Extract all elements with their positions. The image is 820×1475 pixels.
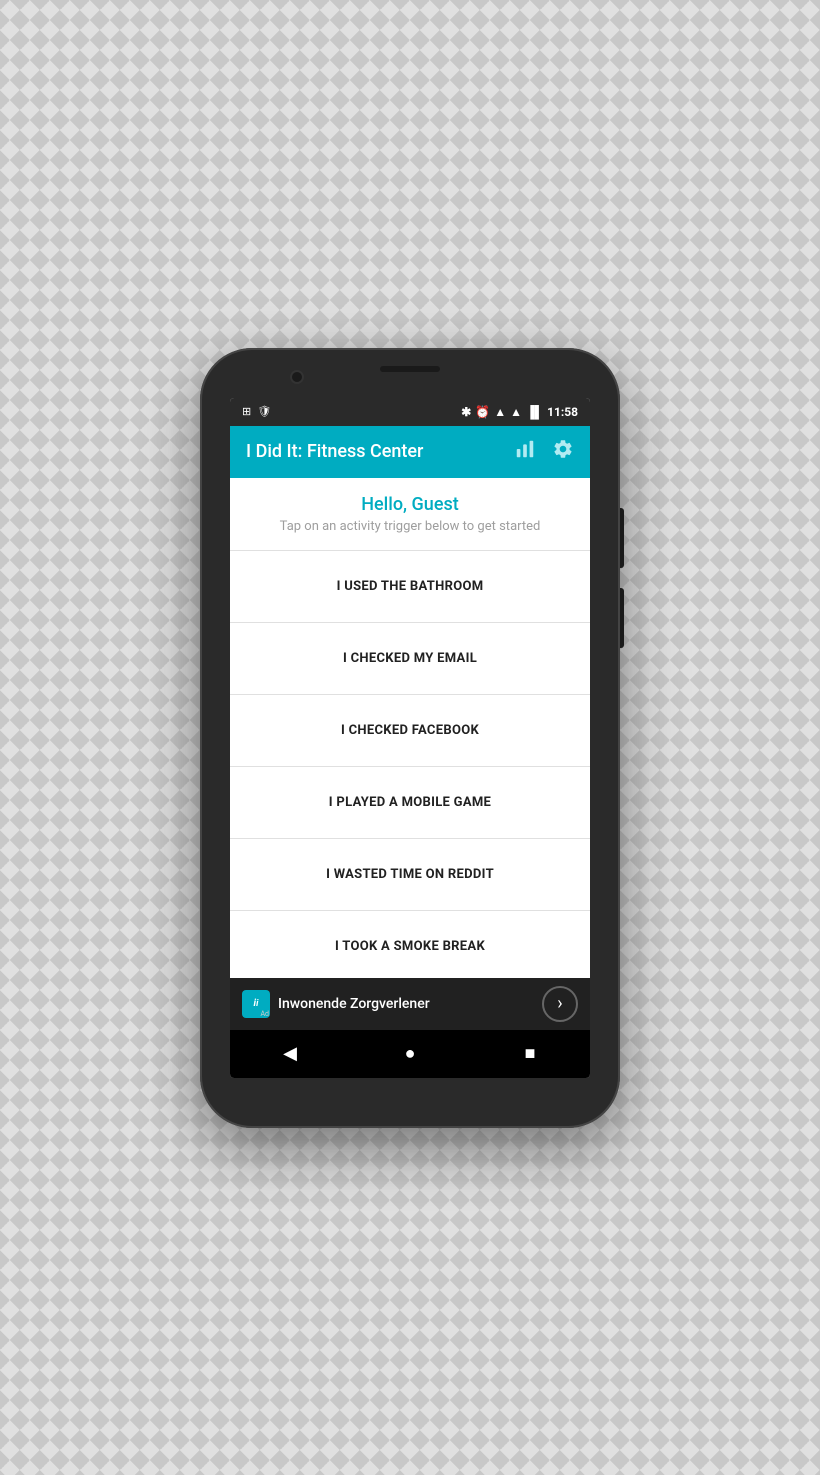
signal-icon: ▲ (510, 405, 522, 419)
shield-icon: 🛡 (257, 405, 271, 418)
home-icon: ● (405, 1043, 416, 1064)
settings-icon[interactable] (552, 438, 574, 465)
greeting-section: Hello, Guest Tap on an activity trigger … (230, 478, 590, 551)
recent-icon: ■ (525, 1043, 536, 1064)
ad-label: Ad (260, 1010, 269, 1018)
ad-text: Inwonende Zorgverlener (278, 996, 534, 1012)
back-button[interactable]: ◀ (270, 1034, 310, 1074)
activity-label: I WASTED TIME ON REDDIT (326, 867, 494, 882)
activity-item-facebook[interactable]: I CHECKED FACEBOOK (230, 695, 590, 767)
activity-item-smoke[interactable]: I TOOK A SMOKE BREAK (230, 911, 590, 978)
alarm-icon: ⏰ (475, 405, 490, 419)
activity-item-bathroom[interactable]: I USED THE BATHROOM (230, 551, 590, 623)
main-content: Hello, Guest Tap on an activity trigger … (230, 478, 590, 978)
activity-label: I PLAYED A MOBILE GAME (329, 795, 491, 810)
ad-banner[interactable]: i Ad Inwonende Zorgverlener › (230, 978, 590, 1030)
back-icon: ◀ (283, 1043, 297, 1064)
status-bar: ⊞ 🛡 ✱ ⏰ ▲ ▲ ▐▌ 11:58 (230, 398, 590, 426)
activity-label: I USED THE BATHROOM (337, 579, 484, 594)
activity-label: I CHECKED MY EMAIL (343, 651, 477, 666)
activity-item-mobile-game[interactable]: I PLAYED A MOBILE GAME (230, 767, 590, 839)
bluetooth-icon: ✱ (461, 405, 471, 419)
activity-item-reddit[interactable]: I WASTED TIME ON REDDIT (230, 839, 590, 911)
activity-item-email[interactable]: I CHECKED MY EMAIL (230, 623, 590, 695)
camera (290, 370, 304, 384)
status-right-area: ✱ ⏰ ▲ ▲ ▐▌ 11:58 (461, 405, 578, 419)
phone-screen: ⊞ 🛡 ✱ ⏰ ▲ ▲ ▐▌ 11:58 I Did It: Fitness C… (230, 398, 590, 1078)
wifi-icon: ▲ (494, 405, 506, 419)
chevron-right-icon: › (557, 993, 562, 1014)
nav-bar: ◀ ● ■ (230, 1030, 590, 1078)
status-left-icons: ⊞ 🛡 (242, 405, 271, 418)
tab-icon: ⊞ (242, 405, 251, 418)
activity-list: I USED THE BATHROOM I CHECKED MY EMAIL I… (230, 551, 590, 978)
home-button[interactable]: ● (390, 1034, 430, 1074)
greeting-name: Hello, Guest (246, 494, 574, 515)
ad-icon: i Ad (242, 990, 270, 1018)
ad-arrow-button[interactable]: › (542, 986, 578, 1022)
app-bar: I Did It: Fitness Center (230, 426, 590, 478)
activity-label: I TOOK A SMOKE BREAK (335, 939, 485, 954)
phone-frame: ⊞ 🛡 ✱ ⏰ ▲ ▲ ▐▌ 11:58 I Did It: Fitness C… (200, 348, 620, 1128)
activity-label: I CHECKED FACEBOOK (341, 723, 479, 738)
status-time: 11:58 (547, 405, 578, 419)
chart-icon[interactable] (514, 438, 536, 465)
battery-icon: ▐▌ (526, 405, 543, 419)
app-bar-icons (514, 438, 574, 465)
app-title: I Did It: Fitness Center (246, 441, 514, 462)
ad-letter: i (256, 999, 258, 1009)
greeting-subtitle: Tap on an activity trigger below to get … (246, 519, 574, 534)
recent-button[interactable]: ■ (510, 1034, 550, 1074)
